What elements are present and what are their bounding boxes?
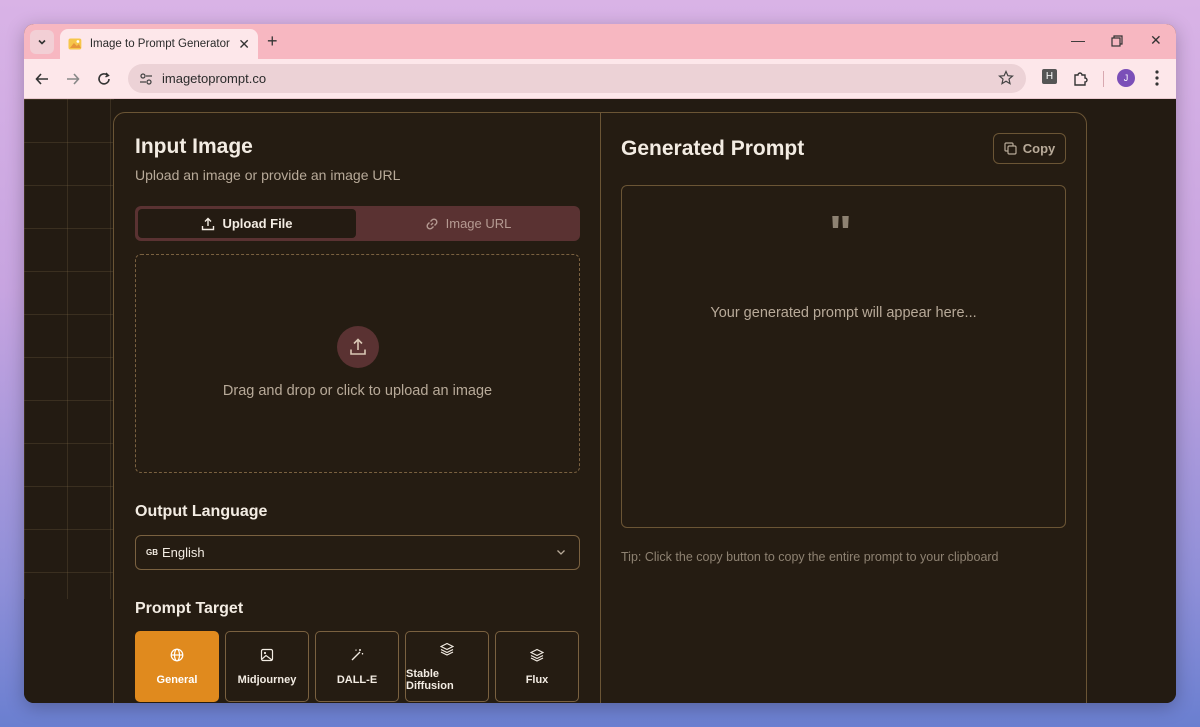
target-stable-diffusion[interactable]: Stable Diffusion xyxy=(405,631,489,702)
language-value: English xyxy=(162,545,205,560)
chevron-down-icon xyxy=(38,39,46,45)
minimize-icon[interactable]: — xyxy=(1071,32,1085,48)
close-window-icon[interactable]: ✕ xyxy=(1150,32,1162,49)
reload-icon[interactable] xyxy=(94,69,114,89)
prompt-target-options: General Midjourney DALL-E Stable Diffusi… xyxy=(135,631,580,702)
copy-button[interactable]: Copy xyxy=(993,133,1066,164)
new-tab-icon[interactable]: + xyxy=(267,32,278,50)
upload-dropzone[interactable]: Drag and drop or click to upload an imag… xyxy=(135,254,580,473)
page-content: Input Image Upload an image or provide a… xyxy=(24,99,1176,703)
input-title: Input Image xyxy=(135,135,253,158)
browser-tab[interactable]: Image to Prompt Generator | Tu ✕ xyxy=(60,29,258,59)
target-general[interactable]: General xyxy=(135,631,219,702)
flag-gb: GB xyxy=(146,548,158,557)
profile-avatar[interactable]: J xyxy=(1117,69,1135,87)
layers-icon xyxy=(440,642,454,656)
link-icon xyxy=(426,217,438,230)
prompt-output-box[interactable]: " Your generated prompt will appear here… xyxy=(621,185,1066,528)
target-flux[interactable]: Flux xyxy=(495,631,579,702)
target-dall-e-label: DALL-E xyxy=(336,673,378,686)
chevron-down-icon xyxy=(557,550,565,555)
upload-icon xyxy=(350,338,366,355)
browser-toolbar: imagetoprompt.co H xyxy=(24,59,1176,99)
address-bar[interactable]: imagetoprompt.co xyxy=(128,64,1026,93)
browser-window: Image to Prompt Generator | Tu ✕ + — ✕ xyxy=(24,24,1176,703)
target-midjourney[interactable]: Midjourney xyxy=(225,631,309,702)
output-language-label: Output Language xyxy=(135,503,268,520)
upload-icon xyxy=(202,217,215,230)
prompt-target-label: Prompt Target xyxy=(135,600,244,617)
tab-search-button[interactable] xyxy=(30,30,54,54)
forward-icon[interactable] xyxy=(63,69,83,89)
input-mode-tabs: Upload File Image URL xyxy=(135,206,580,241)
image-icon xyxy=(260,648,274,661)
site-settings-icon[interactable] xyxy=(138,71,154,87)
tab-upload-file[interactable]: Upload File xyxy=(138,209,356,238)
target-general-label: General xyxy=(156,673,198,686)
target-stable-diffusion-label: Stable Diffusion xyxy=(406,667,454,692)
target-dall-e[interactable]: DALL-E xyxy=(315,631,399,702)
tab-strip: Image to Prompt Generator | Tu ✕ + — ✕ xyxy=(24,24,1176,59)
quote-mark: " xyxy=(829,207,858,260)
dropzone-text: Drag and drop or click to upload an imag… xyxy=(222,383,493,399)
copy-button-label: Copy xyxy=(1022,141,1056,156)
target-flux-label: Flux xyxy=(525,673,549,686)
tab-image-url[interactable]: Image URL xyxy=(359,209,577,238)
copy-tip: Tip: Click the copy button to copy the e… xyxy=(621,550,999,564)
input-subtitle: Upload an image or provide an image URL xyxy=(135,167,401,183)
favicon-icon xyxy=(68,38,82,50)
layers-icon xyxy=(530,648,544,662)
tab-upload-file-label: Upload File xyxy=(222,216,293,231)
grid-background xyxy=(24,99,114,599)
globe-icon xyxy=(170,648,184,661)
copy-icon xyxy=(1004,142,1017,155)
extension-h-icon[interactable]: H xyxy=(1042,69,1057,84)
magic-wand-icon xyxy=(351,648,364,660)
upload-circle xyxy=(337,326,379,368)
close-tab-icon[interactable]: ✕ xyxy=(238,37,250,51)
url-text: imagetoprompt.co xyxy=(162,71,267,86)
column-divider xyxy=(600,113,601,703)
more-menu-icon[interactable] xyxy=(1150,69,1164,87)
bookmark-star-icon[interactable] xyxy=(998,70,1014,86)
tab-title: Image to Prompt Generator | Tu xyxy=(89,38,232,50)
generated-prompt-title: Generated Prompt xyxy=(621,137,805,160)
generator-card: Input Image Upload an image or provide a… xyxy=(113,112,1087,703)
target-midjourney-label: Midjourney xyxy=(237,673,297,686)
language-select[interactable]: GB English xyxy=(135,535,580,570)
restore-icon[interactable] xyxy=(1111,35,1123,47)
extensions-puzzle-icon[interactable] xyxy=(1072,69,1090,87)
tab-image-url-label: Image URL xyxy=(445,216,512,231)
back-icon[interactable] xyxy=(32,69,52,89)
toolbar-divider xyxy=(1103,71,1104,87)
prompt-placeholder: Your generated prompt will appear here..… xyxy=(710,305,977,321)
